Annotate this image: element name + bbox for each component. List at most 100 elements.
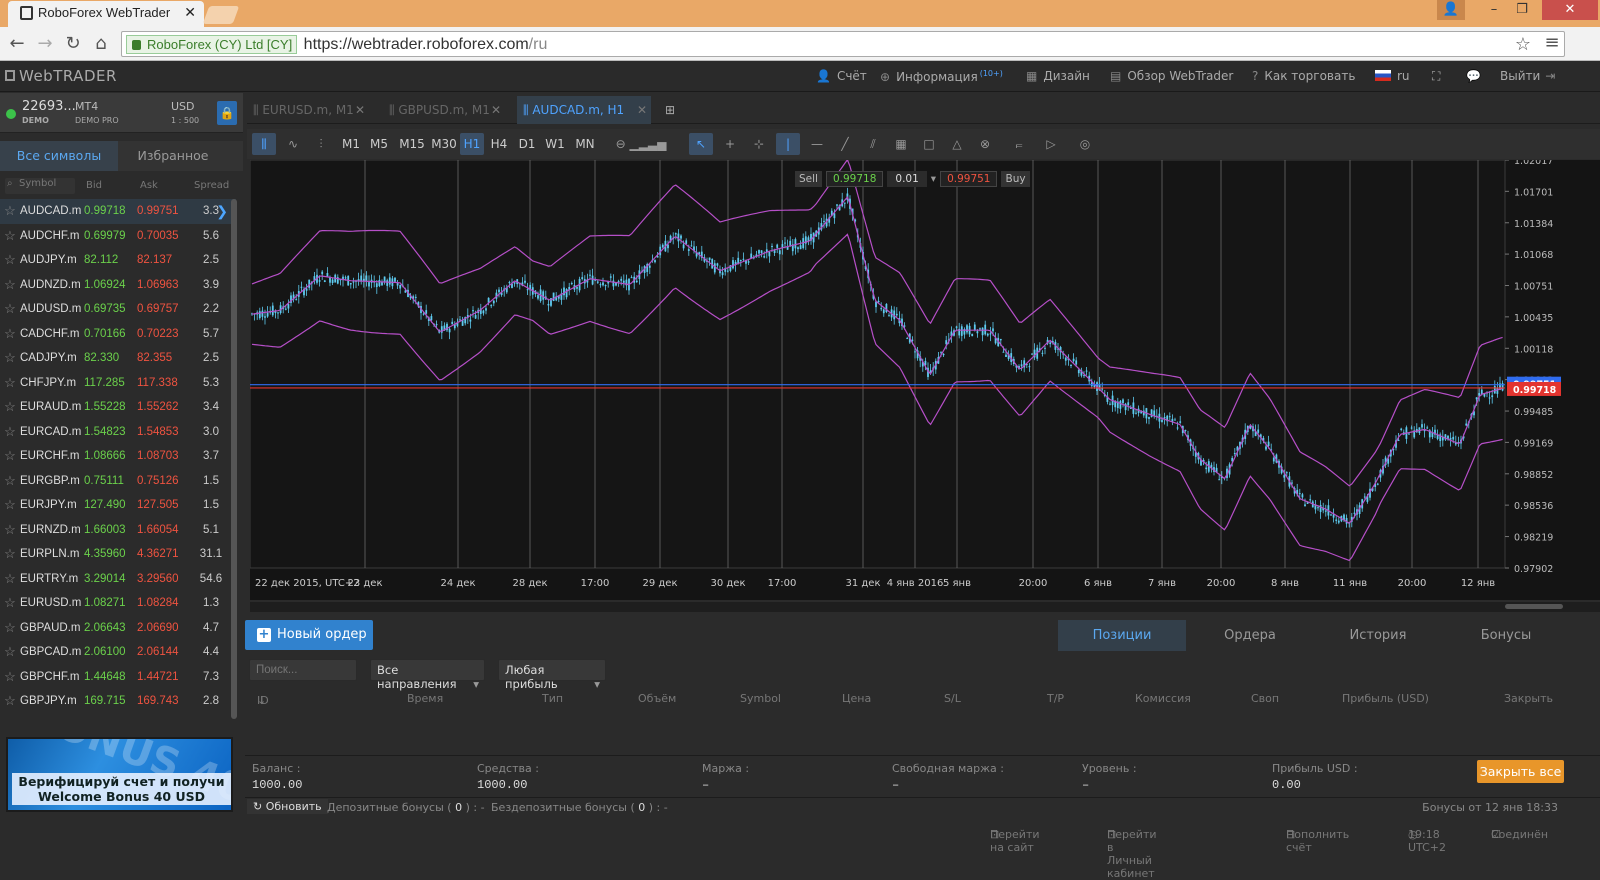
channel-icon[interactable]: ⫽ xyxy=(861,133,885,155)
line-chart-icon[interactable]: ∿ xyxy=(281,133,305,155)
buy-price[interactable]: 0.99751 xyxy=(940,171,998,187)
timeframe-mn[interactable]: MN xyxy=(573,133,597,155)
symbol-row[interactable]: ☆ EURPLN.m 4.35960 4.36271 31.1 xyxy=(0,542,236,567)
timeframe-m5[interactable]: M5 xyxy=(367,133,391,155)
symbol-row[interactable]: ☆ GBPCAD.m 2.06100 2.06144 4.4 xyxy=(0,640,236,665)
favorite-star-icon[interactable]: ☆ xyxy=(0,448,20,464)
ev-certificate-badge[interactable]: RoboForex (CY) Ltd [CY] xyxy=(126,35,298,54)
favorite-star-icon[interactable]: ☆ xyxy=(0,693,20,709)
symbol-row[interactable]: ☆ EURNZD.m 1.66003 1.66054 5.1 xyxy=(0,518,236,543)
rectangle-icon[interactable]: □ xyxy=(917,133,941,155)
triangle-icon[interactable]: △ xyxy=(945,133,969,155)
favorite-star-icon[interactable]: ☆ xyxy=(0,473,20,489)
favorite-star-icon[interactable]: ☆ xyxy=(0,375,20,391)
symbol-row[interactable]: ☆ EURUSD.m 1.08271 1.08284 1.3 xyxy=(0,591,236,616)
positions-search-input[interactable] xyxy=(249,659,357,681)
bookmark-star-icon[interactable]: ☆ xyxy=(1512,34,1534,56)
favorite-star-icon[interactable]: ☆ xyxy=(0,595,20,611)
cursor-icon[interactable]: ↖ xyxy=(689,133,713,155)
symbol-row[interactable]: ☆ EURJPY.m 127.490 127.505 1.5 xyxy=(0,493,236,518)
chat-icon[interactable]: 💬 xyxy=(1466,69,1481,83)
symbol-row[interactable]: ☆ EURCHF.m 1.08666 1.08703 3.7 xyxy=(0,444,236,469)
symbol-row[interactable]: ☆ CADJPY.m 82.330 82.355 2.5 xyxy=(0,346,236,371)
url-field[interactable]: RoboForex (CY) Ltd [CY] https://webtrade… xyxy=(121,31,1565,57)
symbol-row[interactable]: ☆ CADCHF.m 0.70166 0.70223 5.7 xyxy=(0,322,236,347)
col-volume[interactable]: Объём xyxy=(638,692,676,705)
favorite-star-icon[interactable]: ☆ xyxy=(0,522,20,538)
timeframe-m15[interactable]: M15 xyxy=(397,133,427,155)
favorite-star-icon[interactable]: ☆ xyxy=(0,326,20,342)
how-to-trade-menu[interactable]: ? Как торговать xyxy=(1252,69,1355,83)
fullscreen-icon[interactable]: ⛶ xyxy=(1432,69,1440,84)
col-swap[interactable]: Своп xyxy=(1251,692,1279,705)
lock-icon[interactable]: 🔒 xyxy=(217,101,237,125)
favorite-star-icon[interactable]: ☆ xyxy=(0,203,20,219)
favorite-star-icon[interactable]: ☆ xyxy=(0,277,20,293)
close-tab-icon[interactable]: ✕ xyxy=(355,96,365,124)
col-symbol[interactable]: Symbol xyxy=(740,692,781,705)
tab-positions[interactable]: Позиции xyxy=(1058,620,1186,651)
close-window-icon[interactable]: ✕ xyxy=(1542,0,1598,20)
symbol-row[interactable]: ☆ AUDUSD.m 0.69735 0.69757 2.2 xyxy=(0,297,236,322)
user-profile-icon[interactable]: 👤 xyxy=(1437,0,1465,20)
chevron-right-icon[interactable]: ❯ xyxy=(216,203,228,220)
restore-icon[interactable]: ❐ xyxy=(1508,0,1536,20)
sell-button[interactable]: Sell xyxy=(795,171,822,187)
close-tab-icon[interactable]: ✕ xyxy=(637,96,647,124)
indicators-icon[interactable]: ⫭ xyxy=(1007,133,1031,155)
browser-menu-icon[interactable]: ≡ xyxy=(1541,32,1563,54)
symbol-search[interactable]: ⌕ Symbol xyxy=(5,178,75,194)
symbol-row[interactable]: ☆ AUDCHF.m 0.69979 0.70035 5.6 xyxy=(0,224,236,249)
tab-bonuses[interactable]: Бонусы xyxy=(1442,620,1570,651)
bar-chart-icon[interactable]: ⫶ xyxy=(309,133,333,155)
chart-tab-gbpusd[interactable]: ⫼ GBPUSD.m, M1 ✕ xyxy=(383,96,505,124)
zoom-control[interactable]: ⊖ ▁▂▃▅ ⊕ xyxy=(611,133,671,173)
trend-line-icon[interactable]: ╱ xyxy=(833,133,857,155)
favorite-star-icon[interactable]: ☆ xyxy=(0,228,20,244)
col-price[interactable]: Цена xyxy=(842,692,871,705)
language-menu[interactable]: ru xyxy=(1375,69,1410,83)
chart-tab-eurusd[interactable]: ⫼ EURUSD.m, M1 ✕ xyxy=(247,96,369,124)
favorite-star-icon[interactable]: ☆ xyxy=(0,644,20,660)
new-order-button[interactable]: + Новый ордер xyxy=(245,620,373,650)
fibonacci-icon[interactable]: ▦ xyxy=(889,133,913,155)
symbol-row[interactable]: ☆ EURCAD.m 1.54823 1.54853 3.0 xyxy=(0,420,236,445)
symbol-row[interactable]: ☆ CHFJPY.m 117.285 117.338 5.3 xyxy=(0,371,236,396)
symbol-row[interactable]: ☆ GBPCHF.m 1.44648 1.44721 7.3 xyxy=(0,665,236,690)
symbol-row[interactable]: ☆ AUDNZD.m 1.06924 1.06963 3.9 xyxy=(0,273,236,298)
info-menu[interactable]: ⊕ Информация (10+) xyxy=(880,69,1003,84)
account-menu[interactable]: 👤 Счёт xyxy=(816,69,867,83)
symbol-row[interactable]: ☆ EURGBP.m 0.75111 0.75126 1.5 xyxy=(0,469,236,494)
symbol-row[interactable]: ☆ EURTRY.m 3.29014 3.29560 54.6 xyxy=(0,567,236,592)
col-profit[interactable]: Прибыль (USD) xyxy=(1342,692,1429,705)
symbol-list-scrollbar[interactable] xyxy=(231,199,237,719)
crosshair-icon[interactable]: + xyxy=(718,133,742,155)
col-type[interactable]: Тип xyxy=(542,692,563,705)
account-panel[interactable]: 22693... DEMO MT4 DEMO PRO USD 1 : 500 🔒 xyxy=(0,93,243,133)
timeframe-d1[interactable]: D1 xyxy=(515,133,539,155)
col-sl[interactable]: S/L xyxy=(944,692,961,705)
browser-tab[interactable]: RoboForex WebTrader ✕ xyxy=(8,1,204,27)
symbol-row[interactable]: ☆ AUDCAD.m 0.99718 0.99751 3.3 ❯ xyxy=(0,199,236,224)
horizontal-line-icon[interactable]: — xyxy=(805,133,829,155)
favorite-star-icon[interactable]: ☆ xyxy=(0,497,20,513)
delete-objects-icon[interactable]: ⊗ xyxy=(973,133,997,155)
tab-history[interactable]: История xyxy=(1314,620,1442,651)
vertical-line-icon[interactable]: | xyxy=(776,133,800,155)
chart-scrollbar[interactable] xyxy=(250,602,1600,612)
close-tab-icon[interactable]: ✕ xyxy=(184,4,196,21)
timeframe-h1[interactable]: H1 xyxy=(460,133,484,155)
back-icon[interactable]: ← xyxy=(6,33,28,55)
timeframe-h4[interactable]: H4 xyxy=(487,133,511,155)
symbol-row[interactable]: ☆ EURAUD.m 1.55228 1.55262 3.4 xyxy=(0,395,236,420)
sell-price[interactable]: 0.99718 xyxy=(825,171,884,187)
col-tp[interactable]: T/P xyxy=(1047,692,1064,705)
home-icon[interactable]: ⌂ xyxy=(90,33,112,55)
reload-icon[interactable]: ↻ xyxy=(62,33,84,55)
col-time[interactable]: Время xyxy=(407,692,443,705)
volume-dropdown-icon[interactable]: ▾ xyxy=(931,173,936,185)
tab-favorites[interactable]: Избранное xyxy=(118,141,228,171)
chart-shift-icon[interactable]: ▷ xyxy=(1039,133,1063,155)
scroll-thumb[interactable] xyxy=(1505,604,1563,609)
design-menu[interactable]: ▦ Дизайн xyxy=(1026,69,1090,83)
